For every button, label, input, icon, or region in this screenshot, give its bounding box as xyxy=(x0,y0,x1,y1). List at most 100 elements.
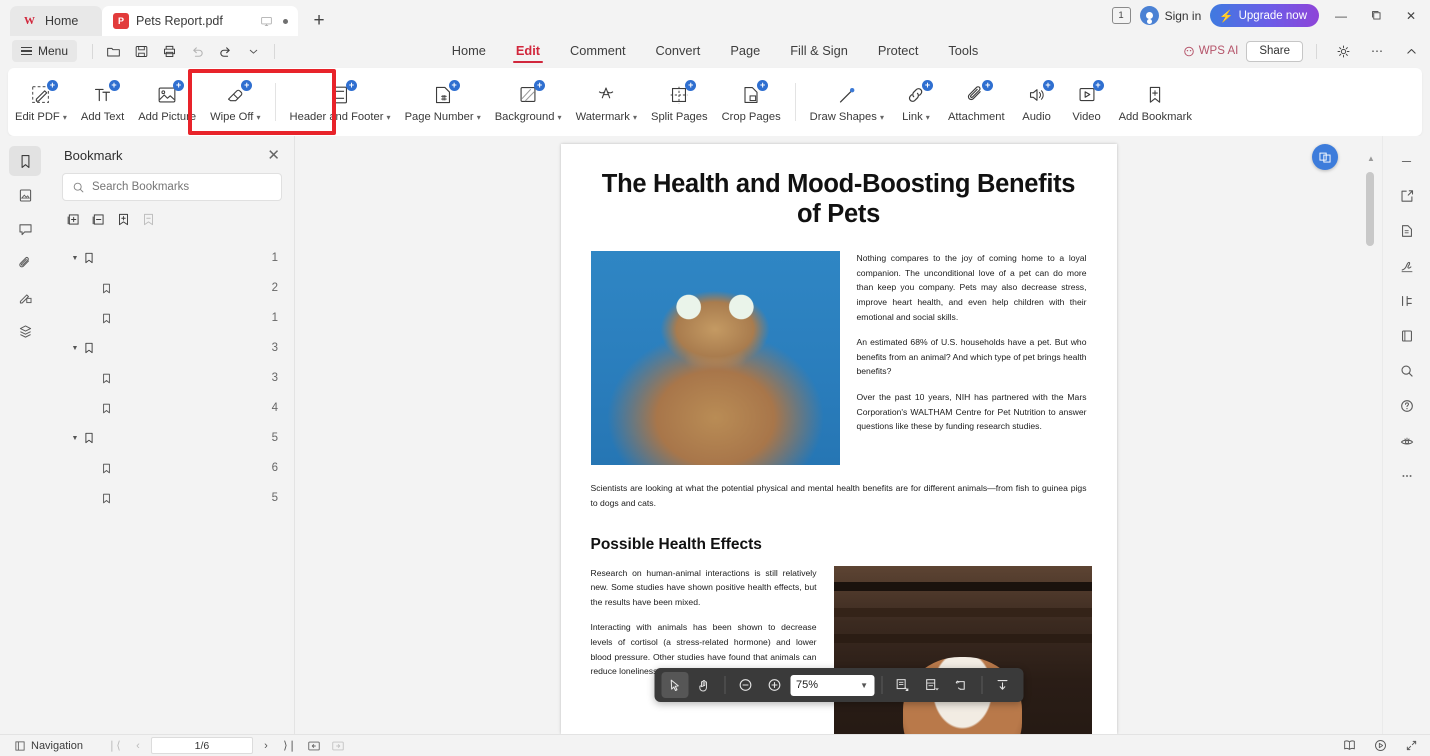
bookmark-item[interactable]: 3 xyxy=(50,363,294,393)
select-tool-button[interactable] xyxy=(661,672,688,698)
wps-ai-button[interactable]: WPS AI xyxy=(1183,45,1239,57)
chevron-down-icon[interactable]: ▾ xyxy=(387,113,391,122)
rotate-button[interactable] xyxy=(947,672,974,698)
main-menu-button[interactable]: Menu xyxy=(12,40,77,62)
page-box-icon[interactable] xyxy=(1391,321,1423,351)
ribbon-header-and-footer[interactable]: Header and Footer ▾ xyxy=(283,72,398,132)
more-icon[interactable] xyxy=(1391,461,1423,491)
bookmark-search-box[interactable] xyxy=(62,173,282,201)
chevron-down-icon[interactable]: ▾ xyxy=(880,113,884,122)
ribbon-edit-pdf[interactable]: Edit PDF ▾ xyxy=(8,72,74,132)
chevron-down-icon[interactable]: ▾ xyxy=(633,113,637,122)
undo-icon[interactable] xyxy=(185,39,210,63)
chevron-down-icon[interactable]: ▾ xyxy=(63,113,67,122)
ribbon-add-text[interactable]: Add Text xyxy=(74,72,131,132)
tab-home[interactable]: Home xyxy=(448,40,490,63)
print-icon[interactable] xyxy=(157,39,182,63)
tab-protect[interactable]: Protect xyxy=(874,40,923,63)
chevron-down-icon[interactable]: ▼ xyxy=(68,255,82,262)
first-page-button[interactable]: ❘⟨ xyxy=(103,737,125,755)
chevron-down-icon[interactable]: ▼ xyxy=(860,681,868,690)
sidebar-item-attachments[interactable] xyxy=(9,248,41,278)
ribbon-crop-pages[interactable]: Crop Pages xyxy=(715,72,788,132)
scrollbar-thumb[interactable] xyxy=(1366,172,1374,246)
open-icon[interactable] xyxy=(101,39,126,63)
ribbon-add-picture[interactable]: Add Picture xyxy=(131,72,203,132)
unsaved-dot-icon[interactable] xyxy=(283,19,288,24)
page-fit-button[interactable] xyxy=(889,672,916,698)
tab-fill-and-sign[interactable]: Fill & Sign xyxy=(786,40,852,63)
sign-in-button[interactable]: Sign in xyxy=(1140,6,1202,25)
compare-floating-button[interactable] xyxy=(1312,144,1338,170)
chevron-down-icon[interactable] xyxy=(241,39,266,63)
gear-icon[interactable] xyxy=(1330,40,1356,62)
page-layout-button[interactable] xyxy=(918,672,945,698)
sidebar-item-bookmark[interactable] xyxy=(9,146,41,176)
ribbon-wipe-off[interactable]: Wipe Off ▾ xyxy=(203,72,267,132)
chevron-down-icon[interactable]: ▼ xyxy=(68,345,82,352)
sidebar-item-comments[interactable] xyxy=(9,214,41,244)
redo-icon[interactable] xyxy=(213,39,238,63)
scroll-mode-button[interactable] xyxy=(989,672,1016,698)
search-icon[interactable] xyxy=(1391,356,1423,386)
prev-page-button[interactable]: ‹ xyxy=(127,737,149,755)
chevron-down-icon[interactable]: ▾ xyxy=(257,113,261,122)
chevron-down-icon[interactable]: ▾ xyxy=(477,113,481,122)
upgrade-now-button[interactable]: ⚡ Upgrade now xyxy=(1210,4,1319,27)
tab-home[interactable]: W Home xyxy=(10,6,102,36)
fullscreen-icon[interactable] xyxy=(1403,737,1420,754)
pdf-page[interactable]: The Health and Mood-Boosting Benefits of… xyxy=(561,144,1117,734)
export-page-icon[interactable] xyxy=(1391,216,1423,246)
search-input[interactable] xyxy=(92,181,272,193)
eye-icon[interactable] xyxy=(1391,426,1423,456)
bookmark-item[interactable]: 1 xyxy=(50,303,294,333)
document-scrollbar[interactable]: ▲ xyxy=(1366,154,1374,724)
bookmark-item[interactable]: 4 xyxy=(50,393,294,423)
chevron-down-icon[interactable]: ▾ xyxy=(926,113,930,122)
bookmark-item[interactable]: ▼ 3 xyxy=(50,333,294,363)
collapse-ribbon-icon[interactable] xyxy=(1398,40,1424,62)
ribbon-background[interactable]: Background ▾ xyxy=(488,72,569,132)
previous-view-button[interactable] xyxy=(303,737,325,755)
help-icon[interactable] xyxy=(1391,391,1423,421)
ribbon-watermark[interactable]: Watermark ▾ xyxy=(569,72,644,132)
window-count-badge[interactable]: 1 xyxy=(1112,7,1131,24)
document-viewer[interactable]: The Health and Mood-Boosting Benefits of… xyxy=(295,136,1382,734)
scroll-up-icon[interactable]: ▲ xyxy=(1367,154,1374,161)
ribbon-draw-shapes[interactable]: Draw Shapes ▾ xyxy=(803,72,891,132)
add-bookmark-icon[interactable] xyxy=(112,209,134,229)
chevron-down-icon[interactable]: ▾ xyxy=(558,113,562,122)
ribbon-add-bookmark[interactable]: Add Bookmark xyxy=(1112,72,1199,132)
sidebar-item-layers[interactable] xyxy=(9,316,41,346)
collapse-all-icon[interactable] xyxy=(87,209,109,229)
align-icon[interactable] xyxy=(1391,286,1423,316)
ribbon-attachment[interactable]: Attachment xyxy=(941,72,1012,132)
last-page-button[interactable]: ⟩❘ xyxy=(279,737,301,755)
sidebar-item-stamps[interactable] xyxy=(9,282,41,312)
zoom-level-select[interactable]: 75% ▼ xyxy=(790,675,874,696)
tab-document[interactable]: P Pets Report.pdf xyxy=(102,6,298,36)
expand-all-icon[interactable] xyxy=(62,209,84,229)
chevron-down-icon[interactable]: ▼ xyxy=(68,435,82,442)
tab-convert[interactable]: Convert xyxy=(652,40,705,63)
minimize-button[interactable]: — xyxy=(1328,5,1354,27)
minimize-panel-icon[interactable] xyxy=(1391,146,1423,176)
book-view-icon[interactable] xyxy=(1341,737,1358,754)
ribbon-audio[interactable]: Audio xyxy=(1012,72,1062,132)
delete-bookmark-icon[interactable] xyxy=(137,209,159,229)
close-icon[interactable]: ✕ xyxy=(267,148,280,163)
new-tab-button[interactable]: + xyxy=(304,6,334,36)
zoom-in-button[interactable] xyxy=(761,672,788,698)
close-button[interactable]: ✕ xyxy=(1398,5,1424,27)
sidebar-item-thumbnails[interactable] xyxy=(9,180,41,210)
more-icon[interactable]: ⋯ xyxy=(1364,40,1390,62)
tab-edit[interactable]: Edit xyxy=(512,40,544,63)
maximize-button[interactable] xyxy=(1363,5,1389,27)
bookmark-item[interactable]: 5 xyxy=(50,483,294,513)
hand-tool-button[interactable] xyxy=(690,672,717,698)
ribbon-video[interactable]: Video xyxy=(1062,72,1112,132)
zoom-out-button[interactable] xyxy=(732,672,759,698)
save-icon[interactable] xyxy=(129,39,154,63)
bookmark-item[interactable]: ▼ 5 xyxy=(50,423,294,453)
next-view-button[interactable] xyxy=(327,737,349,755)
